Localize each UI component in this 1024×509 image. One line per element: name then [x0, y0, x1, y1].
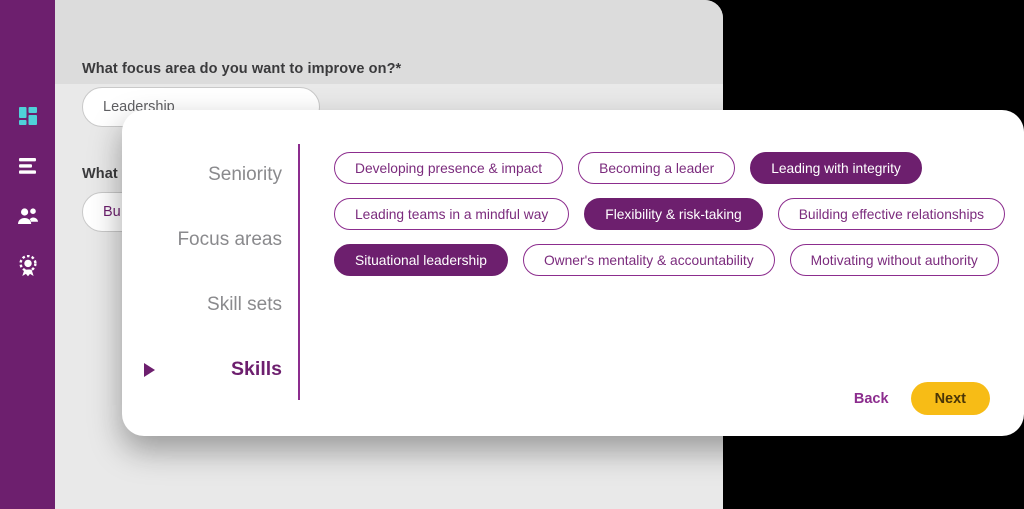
- skill-chip[interactable]: Building effective relationships: [777, 198, 1006, 230]
- modal-step-nav: Seniority Focus areas Skill sets Skills: [122, 110, 300, 436]
- step-focus-areas[interactable]: Focus areas: [122, 207, 300, 272]
- skill-chip-selected[interactable]: Situational leadership: [334, 244, 508, 276]
- step-label: Focus areas: [177, 228, 282, 250]
- skill-chip-selected[interactable]: Leading with integrity: [750, 152, 922, 184]
- chip-row: Developing presence & impact Becoming a …: [334, 152, 1005, 184]
- modal-footer: Back Next: [854, 382, 990, 415]
- question-1-label: What focus area do you want to improve o…: [82, 61, 402, 77]
- back-button[interactable]: Back: [854, 391, 889, 407]
- award-badge-icon: [18, 254, 38, 282]
- step-label: Skills: [231, 358, 282, 380]
- chip-row: Leading teams in a mindful way Flexibili…: [334, 198, 1006, 230]
- sidebar-item-dashboard[interactable]: [16, 106, 40, 130]
- sidebar-item-awards[interactable]: [16, 254, 40, 282]
- step-skills[interactable]: Skills: [122, 337, 300, 402]
- app-sidebar: [0, 0, 55, 509]
- question-2-label: What: [82, 166, 118, 182]
- skill-chip[interactable]: Motivating without authority: [789, 244, 999, 276]
- sidebar-nav: [0, 106, 55, 280]
- sidebar-item-list[interactable]: [16, 156, 40, 180]
- page-root: What focus area do you want to improve o…: [0, 0, 1024, 509]
- people-group-icon: [17, 207, 39, 230]
- skill-chip[interactable]: Owner's mentality & accountability: [522, 244, 775, 276]
- list-lines-icon: [18, 157, 38, 180]
- sidebar-item-people[interactable]: [16, 206, 40, 230]
- step-label: Skill sets: [207, 293, 282, 315]
- chip-row: Situational leadership Owner's mentality…: [334, 244, 1005, 276]
- step-label: Seniority: [208, 163, 282, 185]
- skill-chip-selected[interactable]: Flexibility & risk-taking: [584, 198, 763, 230]
- step-seniority[interactable]: Seniority: [122, 142, 300, 207]
- next-button[interactable]: Next: [910, 382, 990, 415]
- skills-selection-modal: Seniority Focus areas Skill sets Skills …: [122, 110, 1024, 436]
- skill-chip[interactable]: Developing presence & impact: [334, 152, 564, 184]
- dashboard-grid-icon: [18, 106, 38, 131]
- skill-chip[interactable]: Becoming a leader: [578, 152, 736, 184]
- play-triangle-icon: [144, 362, 155, 377]
- step-skill-sets[interactable]: Skill sets: [122, 272, 300, 337]
- skill-chip[interactable]: Leading teams in a mindful way: [334, 198, 570, 230]
